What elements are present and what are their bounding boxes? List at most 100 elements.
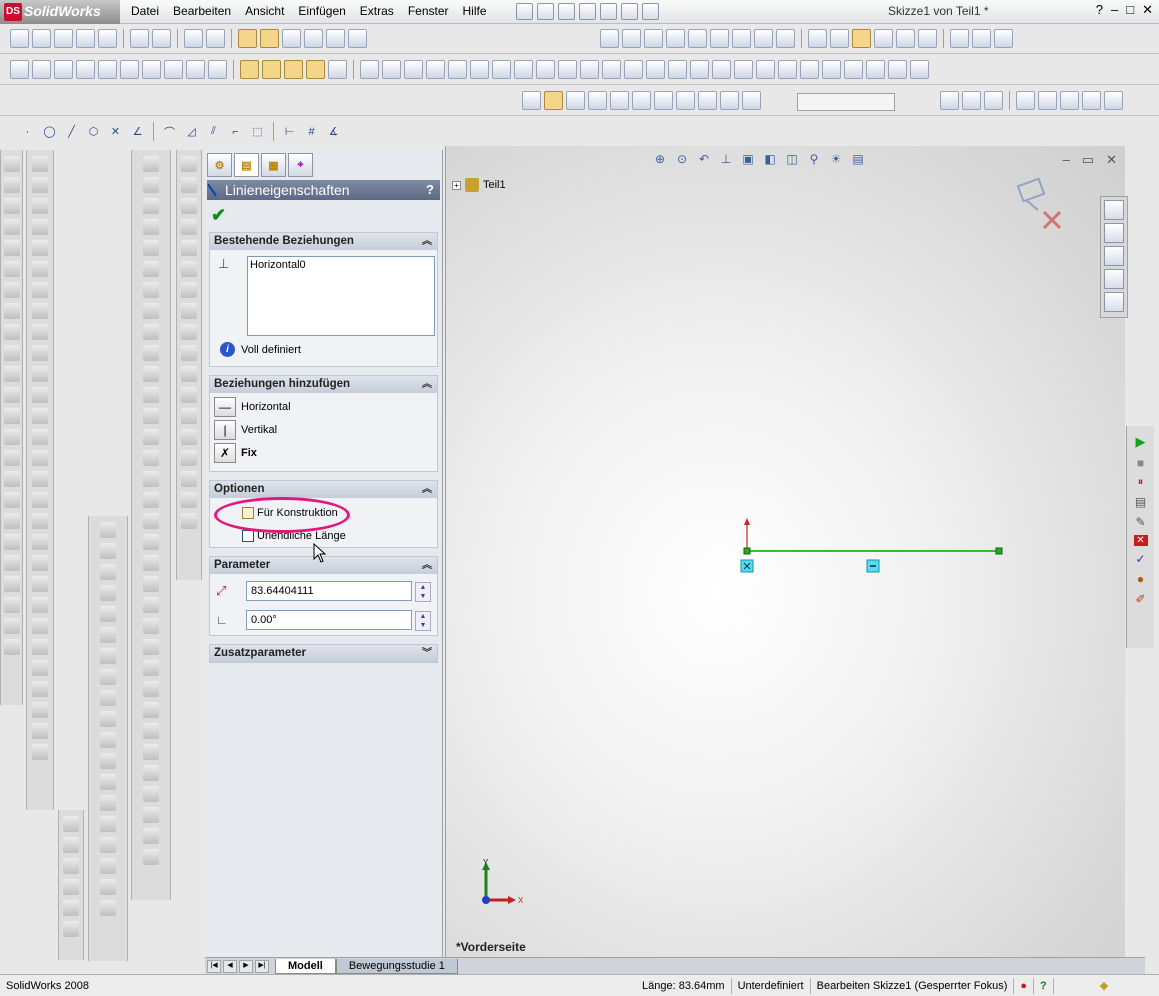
- filter-surfaces-icon[interactable]: [514, 60, 533, 79]
- print-preview-icon[interactable]: [152, 29, 171, 48]
- tool-icon[interactable]: [32, 198, 48, 214]
- chamfer-icon[interactable]: ◿: [182, 122, 201, 141]
- app-logo[interactable]: DS SolidWorks: [0, 0, 120, 24]
- fix-relation-icon[interactable]: ✗: [214, 443, 236, 463]
- zoom-to-area-icon[interactable]: ⊙: [673, 152, 691, 168]
- wireframe-icon[interactable]: [808, 29, 827, 48]
- filter-2-icon[interactable]: [382, 60, 401, 79]
- tool-icon[interactable]: [143, 387, 159, 403]
- traffic-light-icon[interactable]: [282, 29, 301, 48]
- tool-icon[interactable]: [32, 177, 48, 193]
- filter-dowel-icon[interactable]: [778, 60, 797, 79]
- filter-3-icon[interactable]: [404, 60, 423, 79]
- tool-icon[interactable]: [3, 618, 20, 634]
- pan-icon[interactable]: [732, 29, 751, 48]
- tool-icon[interactable]: [32, 408, 48, 424]
- ok-button[interactable]: ✔: [211, 206, 442, 224]
- normal-to-icon[interactable]: [522, 91, 541, 110]
- apply-scene-icon[interactable]: ☀: [827, 152, 845, 168]
- first-tab-icon[interactable]: |◀: [207, 959, 221, 973]
- tool-icon[interactable]: [63, 921, 79, 937]
- tool-icon[interactable]: [3, 639, 20, 655]
- tool-icon[interactable]: [143, 429, 159, 445]
- rotate-icon[interactable]: [710, 29, 729, 48]
- tool-icon[interactable]: [143, 576, 159, 592]
- filter-notes-icon[interactable]: [624, 60, 643, 79]
- add-in-icon[interactable]: ●: [1137, 572, 1144, 586]
- make-assembly-icon[interactable]: [98, 29, 117, 48]
- hidden-lines-visible-icon[interactable]: [830, 29, 849, 48]
- length-input[interactable]: 83.64404111 ▲ ▼: [246, 581, 431, 602]
- tool-icon[interactable]: [143, 681, 159, 697]
- tool-icon[interactable]: [32, 702, 48, 718]
- tool-icon[interactable]: [32, 534, 48, 550]
- next-tab-icon[interactable]: ▶: [239, 959, 253, 973]
- check-icon[interactable]: [98, 60, 117, 79]
- view-settings-icon[interactable]: ▤: [849, 152, 867, 168]
- feature-manager-tab-icon[interactable]: ⚙: [207, 153, 232, 177]
- tool-icon[interactable]: [143, 324, 159, 340]
- confirmation-corner[interactable]: [1016, 176, 1062, 236]
- tool-icon[interactable]: [143, 366, 159, 382]
- start-endpoint[interactable]: [743, 547, 751, 555]
- rebuild-icon[interactable]: [621, 3, 638, 20]
- line-icon[interactable]: ╱: [62, 122, 81, 141]
- feature-statistics-icon[interactable]: [208, 60, 227, 79]
- tool-icon[interactable]: [3, 156, 20, 172]
- tool-icon[interactable]: [100, 795, 116, 811]
- tool-icon[interactable]: [3, 219, 20, 235]
- line-thickness-icon[interactable]: [1060, 91, 1079, 110]
- tool-icon[interactable]: [143, 282, 159, 298]
- minimize-icon[interactable]: –: [1063, 152, 1070, 168]
- tool-icon[interactable]: [143, 786, 159, 802]
- restore-button[interactable]: □: [1126, 2, 1134, 18]
- options-icon[interactable]: [642, 3, 659, 20]
- dimension-icon[interactable]: ⊢: [280, 122, 299, 141]
- group-header[interactable]: Optionen ︽: [210, 481, 437, 498]
- length-spinner[interactable]: ▲ ▼: [415, 582, 431, 602]
- display-relations-icon[interactable]: [306, 60, 325, 79]
- menu-extras[interactable]: Extras: [353, 0, 401, 24]
- relation-horizontal[interactable]: — Horizontal: [210, 396, 437, 418]
- tool-icon[interactable]: [143, 198, 159, 214]
- back-view-icon[interactable]: [566, 91, 585, 110]
- section-view-icon[interactable]: ⊥: [717, 152, 735, 168]
- tool-icon[interactable]: [32, 618, 48, 634]
- tool-icon[interactable]: [32, 576, 48, 592]
- section-view-icon[interactable]: [950, 29, 969, 48]
- edit-appearance-icon[interactable]: ⚲: [805, 152, 823, 168]
- tool-icon[interactable]: [100, 858, 116, 874]
- fillet-icon[interactable]: ⌒: [160, 122, 179, 141]
- filter-planes-icon[interactable]: [558, 60, 577, 79]
- shaded-edges-icon[interactable]: [874, 29, 893, 48]
- help-button[interactable]: ?: [1096, 2, 1103, 18]
- file-explorer-icon[interactable]: [1104, 246, 1124, 266]
- tool-icon[interactable]: [3, 177, 20, 193]
- tool-icon[interactable]: [3, 345, 20, 361]
- tool-icon[interactable]: [32, 261, 48, 277]
- hide-show-items-icon[interactable]: ◫: [783, 152, 801, 168]
- tool-icon[interactable]: [3, 534, 20, 550]
- tool-icon[interactable]: [100, 606, 116, 622]
- filter-dimensions-icon[interactable]: [602, 60, 621, 79]
- tool-icon[interactable]: [32, 282, 48, 298]
- filter-gtol-icon[interactable]: [646, 60, 665, 79]
- tool-icon[interactable]: [32, 639, 48, 655]
- tool-icon[interactable]: [143, 471, 159, 487]
- tool-icon[interactable]: [32, 345, 48, 361]
- relations-list[interactable]: Horizontal0: [247, 256, 435, 336]
- tool-icon[interactable]: [143, 156, 159, 172]
- tool-icon[interactable]: [32, 450, 48, 466]
- zoom-in-icon[interactable]: [666, 29, 685, 48]
- filter-routing-icon[interactable]: [800, 60, 819, 79]
- cancel-icon[interactable]: [1042, 210, 1062, 230]
- record-pause-icon[interactable]: ⏸: [1138, 476, 1144, 489]
- tool-icon[interactable]: [3, 324, 20, 340]
- tool-icon[interactable]: [3, 471, 20, 487]
- menu-datei[interactable]: Datei: [124, 0, 166, 24]
- tool-icon[interactable]: [32, 723, 48, 739]
- tool-icon[interactable]: [181, 471, 197, 487]
- tool-icon[interactable]: [181, 387, 197, 403]
- tool-icon[interactable]: [143, 744, 159, 760]
- orientation-icon[interactable]: [600, 29, 619, 48]
